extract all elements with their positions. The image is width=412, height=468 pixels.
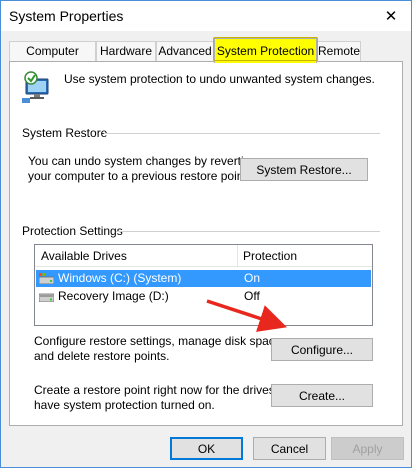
tab-hardware[interactable]: Hardware — [96, 41, 156, 62]
tab-remote[interactable]: Remote — [317, 41, 361, 62]
computer-shield-icon — [22, 71, 49, 103]
cancel-button[interactable]: Cancel — [253, 437, 326, 460]
system-properties-window: System Properties ✕ Computer Name Hardwa… — [0, 0, 412, 468]
tab-system-protection[interactable]: System Protection — [214, 38, 317, 63]
drive-name: Recovery Image (D:) — [58, 289, 169, 303]
ok-button[interactable]: OK — [170, 437, 243, 460]
close-icon[interactable]: ✕ — [371, 1, 411, 31]
drive-name: Windows (C:) (System) — [58, 271, 182, 285]
tab-advanced[interactable]: Advanced — [156, 41, 214, 62]
create-description: Create a restore point right now for the… — [34, 383, 299, 412]
group-divider — [104, 133, 380, 134]
system-restore-group-title: System Restore — [22, 126, 112, 140]
system-restore-description: You can undo system changes by reverting… — [28, 154, 258, 183]
intro-text: Use system protection to undo unwanted s… — [64, 72, 375, 86]
drive-row[interactable]: Windows (C:) (System) On — [36, 270, 371, 287]
window-title: System Properties — [9, 8, 124, 24]
group-divider — [116, 231, 380, 232]
drive-protection-status: On — [244, 271, 261, 285]
apply-button[interactable]: Apply — [331, 437, 404, 460]
create-button[interactable]: Create... — [271, 384, 373, 407]
system-restore-button[interactable]: System Restore... — [240, 158, 368, 181]
protection-settings-group-title: Protection Settings — [22, 224, 127, 238]
configure-button[interactable]: Configure... — [271, 338, 373, 361]
column-header-available-drives[interactable]: Available Drives — [41, 249, 127, 263]
tab-computer-name[interactable]: Computer Name — [9, 41, 96, 77]
title-bar: System Properties ✕ — [1, 1, 411, 31]
annotation-arrow — [206, 299, 287, 332]
drives-list-header: Available Drives Protection — [35, 245, 372, 267]
column-header-protection[interactable]: Protection — [243, 249, 297, 263]
system-drive-icon — [39, 273, 54, 284]
column-separator[interactable] — [237, 245, 238, 267]
drive-icon — [39, 293, 54, 302]
